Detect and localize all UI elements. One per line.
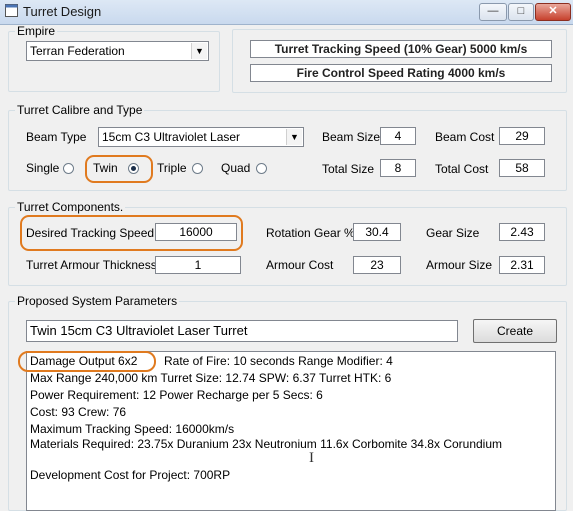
beam-type-label: Beam Type: [26, 130, 87, 144]
option-twin-label: Twin: [93, 161, 118, 175]
beam-size-label: Beam Size: [322, 130, 381, 144]
rotation-gear-label: Rotation Gear %: [266, 226, 355, 240]
option-single-label: Single: [26, 161, 60, 175]
turret-tracking-speed-display: Turret Tracking Speed (10% Gear) 5000 km…: [250, 40, 552, 58]
total-cost-value: 58: [499, 159, 545, 177]
option-triple-radio[interactable]: [192, 163, 203, 174]
beam-cost-value: 29: [499, 127, 545, 145]
window-title: Turret Design: [23, 4, 102, 19]
empire-legend: Empire: [17, 24, 56, 38]
armour-cost-value: 23: [353, 256, 401, 274]
beam-type-select[interactable]: 15cm C3 Ultraviolet Laser ▼: [98, 127, 304, 147]
rate-of-fire-text: Rate of Fire: 10 seconds Range Modifier:…: [164, 354, 393, 368]
development-cost-line: Development Cost for Project: 700RP: [30, 468, 231, 482]
max-tracking-line: Maximum Tracking Speed: 16000km/s: [30, 422, 235, 436]
fire-control-speed-display: Fire Control Speed Rating 4000 km/s: [250, 64, 552, 82]
option-quad-label: Quad: [221, 161, 251, 175]
desired-tracking-speed-input[interactable]: 16000: [155, 223, 237, 241]
total-size-label: Total Size: [322, 162, 375, 176]
empire-select-value: Terran Federation: [30, 44, 125, 58]
beam-size-value: 4: [380, 127, 416, 145]
calibre-legend: Turret Calibre and Type: [17, 103, 143, 117]
close-button[interactable]: ✕: [535, 3, 571, 21]
power-line: Power Requirement: 12 Power Recharge per…: [30, 388, 323, 402]
empire-select[interactable]: Terran Federation ▼: [26, 41, 209, 61]
create-button[interactable]: Create: [473, 319, 557, 343]
total-size-value: 8: [380, 159, 416, 177]
armour-size-value: 2.31: [499, 256, 545, 274]
speed-info-group: [232, 29, 567, 93]
chevron-down-icon[interactable]: ▼: [191, 43, 207, 59]
option-single-radio[interactable]: [63, 163, 74, 174]
maximize-button[interactable]: □: [508, 3, 534, 21]
beam-type-value: 15cm C3 Ultraviolet Laser: [102, 130, 241, 144]
cost-crew-line: Cost: 93 Crew: 76: [30, 405, 127, 419]
option-twin-radio[interactable]: [128, 163, 139, 174]
total-cost-label: Total Cost: [435, 162, 489, 176]
desired-tracking-speed-label: Desired Tracking Speed: [26, 226, 155, 240]
components-legend: Turret Components.: [17, 200, 124, 214]
range-line: Max Range 240,000 km Turret Size: 12.74 …: [30, 371, 392, 385]
text-cursor-icon: I: [309, 450, 314, 466]
system-details-textarea[interactable]: Damage Output 6x2 Rate of Fire: 10 secon…: [18, 351, 556, 511]
materials-line: Materials Required: 23.75x Duranium 23x …: [30, 437, 503, 451]
gear-size-label: Gear Size: [426, 226, 480, 240]
app-icon: [5, 4, 18, 17]
option-quad-radio[interactable]: [256, 163, 267, 174]
armour-cost-label: Armour Cost: [266, 258, 334, 272]
proposed-legend: Proposed System Parameters: [17, 294, 178, 308]
beam-cost-label: Beam Cost: [435, 130, 495, 144]
chevron-down-icon[interactable]: ▼: [286, 129, 302, 145]
gear-size-value: 2.43: [499, 223, 545, 241]
armour-thickness-input[interactable]: 1: [155, 256, 241, 274]
damage-output-text: Damage Output 6x2: [30, 354, 138, 368]
system-name-input[interactable]: Twin 15cm C3 Ultraviolet Laser Turret: [26, 320, 458, 342]
minimize-button[interactable]: —: [479, 3, 507, 21]
rotation-gear-value: 30.4: [353, 223, 401, 241]
title-bar: Turret Design — □ ✕: [0, 0, 573, 25]
armour-thickness-label: Turret Armour Thickness: [26, 258, 157, 272]
option-triple-label: Triple: [157, 161, 187, 175]
armour-size-label: Armour Size: [426, 258, 493, 272]
